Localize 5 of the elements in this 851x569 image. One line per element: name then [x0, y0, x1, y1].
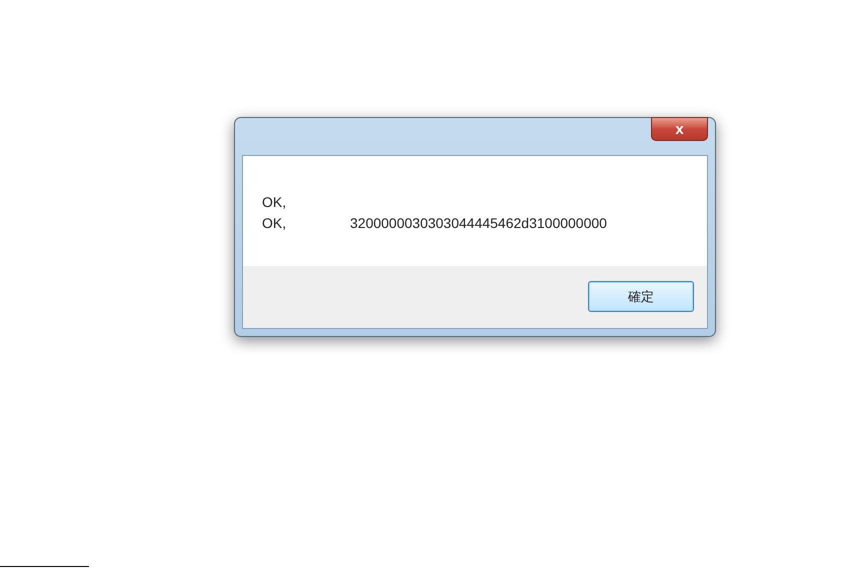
message-text: OK, [262, 214, 288, 233]
message-text: OK, [262, 193, 288, 212]
close-button[interactable]: x [651, 117, 708, 141]
message-value: 3200000030303044445462d3100000000 [350, 214, 607, 233]
ok-button[interactable]: 確定 [588, 281, 694, 312]
